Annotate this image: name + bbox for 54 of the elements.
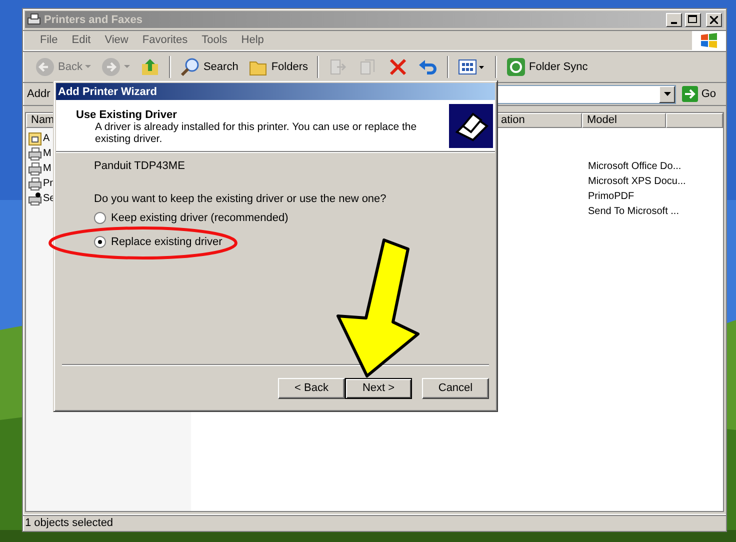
column-header[interactable]: Model xyxy=(582,113,666,128)
undo-icon xyxy=(418,57,438,77)
dialog-button[interactable]: Cancel xyxy=(422,378,489,398)
model-cell: Microsoft Office Do... xyxy=(588,161,682,172)
dialog-button[interactable]: Next > xyxy=(345,378,412,398)
search-button[interactable]: Search xyxy=(176,54,242,80)
menu-item[interactable]: Favorites xyxy=(135,34,195,46)
printer-name[interactable]: Pr xyxy=(43,178,53,189)
printer-name-text: Panduit TDP43ME xyxy=(94,160,186,172)
move-to-icon xyxy=(328,57,348,77)
maximize-button[interactable] xyxy=(685,12,701,26)
radio-label[interactable]: Keep existing driver (recommended) xyxy=(111,212,288,224)
printer-name[interactable]: M xyxy=(43,163,52,174)
dropdown-button[interactable] xyxy=(659,86,676,102)
printer-icon xyxy=(27,12,41,26)
close-button[interactable] xyxy=(706,12,722,26)
folder-up-icon xyxy=(140,57,160,77)
menu-item[interactable]: Tools xyxy=(194,34,234,46)
maximize-icon xyxy=(688,15,698,24)
close-icon xyxy=(710,16,718,24)
menu-item[interactable]: Edit xyxy=(64,34,98,46)
window-title: Printers and Faxes xyxy=(44,14,144,26)
views-icon xyxy=(458,57,486,77)
printer-name[interactable]: M xyxy=(43,148,52,159)
menu-item[interactable]: View xyxy=(98,34,136,46)
radio-button[interactable] xyxy=(94,236,106,248)
delete-icon xyxy=(388,57,408,77)
menu-item[interactable]: Help xyxy=(234,34,271,46)
radio-button[interactable] xyxy=(94,212,106,224)
radio-label[interactable]: Replace existing driver xyxy=(111,236,222,248)
status-bar: 1 objects selected xyxy=(23,514,726,531)
step-heading: Use Existing Driver xyxy=(76,109,178,121)
folders-button[interactable]: Folders xyxy=(244,54,312,80)
model-cell: Send To Microsoft ... xyxy=(588,206,679,217)
dialog-button[interactable]: < Back xyxy=(278,378,345,398)
step-description: A driver is already installed for this printer. You can use or replace the existing driver. xyxy=(94,121,418,145)
printer-name[interactable]: A xyxy=(43,133,50,144)
sync-icon xyxy=(506,57,526,77)
menu-item[interactable]: File xyxy=(33,34,65,46)
column-header[interactable] xyxy=(666,113,723,128)
go-button[interactable]: Go xyxy=(680,86,722,102)
sync-button[interactable]: Folder Sync xyxy=(502,54,592,80)
minimize-button[interactable] xyxy=(666,12,682,26)
caret-icon xyxy=(664,92,671,96)
dialog-title: Add Printer Wizard xyxy=(58,86,158,98)
question-text: Do you want to keep the existing driver or use the new one? xyxy=(94,193,388,205)
model-cell: PrimoPDF xyxy=(588,191,634,202)
model-cell: Microsoft XPS Docu... xyxy=(588,176,686,187)
caret-icon xyxy=(85,65,92,69)
minimize-icon xyxy=(671,22,677,24)
search-icon xyxy=(180,57,200,77)
address-label: Addr xyxy=(27,88,50,100)
column-header[interactable]: ation xyxy=(496,113,582,128)
caret-icon xyxy=(124,65,130,69)
